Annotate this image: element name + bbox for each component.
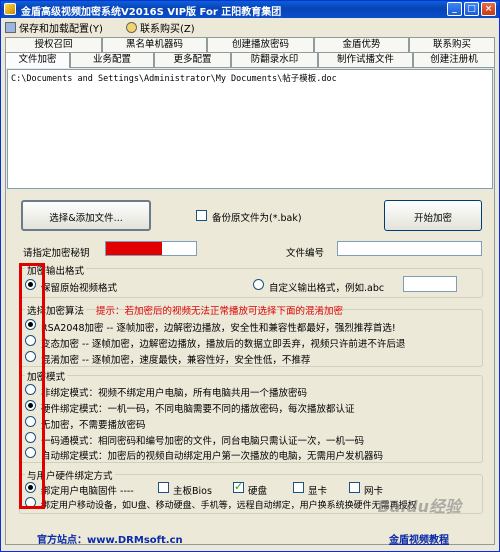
tab-anti-record-watermark[interactable]: 防翻录水印 [231,52,318,67]
maximize-button[interactable]: □ [464,2,479,16]
tab-business-config[interactable]: 业务配置 [70,52,154,67]
menu-bar: 保存和加载配置(Y) 联系购买(Z) [1,18,499,36]
gpu-checkbox[interactable] [293,482,304,493]
mode-none-label: 无加密，不需要播放密码 [41,420,146,431]
file-list[interactable]: C:\Documents and Settings\Administrator\… [7,69,493,189]
key-label: 请指定加密秘钥 [23,248,90,259]
backup-label: 备份原文件为(*.bak) [212,213,302,224]
bios-checkbox[interactable] [158,482,169,493]
tab-make-trial[interactable]: 制作试播文件 [318,52,413,67]
tab-blacklist[interactable]: 黑名单机器码 [102,37,207,52]
disk-icon [5,21,16,33]
key-input[interactable] [105,241,197,256]
menu-label: 联系购买(Z) [140,23,195,35]
tab-create-keygen[interactable]: 创建注册机 [413,52,495,67]
file-id-label: 文件编号 [286,248,325,259]
title-bar: 金盾高级视频加密系统V2016S VIP版 For 正阳教育集团 _ □ × [1,1,499,18]
official-site-link[interactable]: 官方站点：www.DRMsoft.cn [37,531,183,546]
menu-label: 保存和加载配置(Y) [19,23,103,35]
mode-auto-label: 自动绑定模式：加密后的视频自动绑定用户第一次播放的电脑，无需用户发机器码 [41,451,384,462]
window-title: 金盾高级视频加密系统V2016S VIP版 For 正阳教育集团 [21,7,282,18]
menu-save-load-config[interactable]: 保存和加载配置(Y) [5,20,103,35]
algorithm-hint: 提示：若加密后的视频无法正常播放可选择下面的混淆加密 [96,306,344,317]
tab-advantages[interactable]: 金盾优势 [314,37,409,52]
harddisk-checkbox[interactable] [233,480,244,493]
add-files-button[interactable]: 选择&添加文件... [21,200,151,231]
tab-more-config[interactable]: 更多配置 [154,52,231,67]
minimize-button[interactable]: _ [447,2,462,16]
bind-pc-label: 绑定用户电脑固件 ---- [41,486,134,497]
algo-extreme-label: 变态加密 -- 逐帧加密，边解密边播放，播放后的数据立即丢弃，视频只许前进不许后… [41,339,406,350]
add-files-label: 选择&添加文件... [49,213,123,224]
highlight-annotation [19,263,45,509]
contact-icon [126,21,137,33]
key-strength-bar [106,242,162,255]
tab-auth-recall[interactable]: 授权召回 [5,37,102,52]
algo-obfuscate-label: 混淆加密 -- 逐帧加密，速度最快，兼容性好，安全性低，不推荐 [41,355,311,366]
mode-onecode-label: 一码通模式：相同密码和编号加密的文件，同台电脑只需认证一次，一机一码 [41,436,365,447]
menu-contact-purchase[interactable]: 联系购买(Z) [126,20,195,35]
nic-checkbox[interactable] [349,482,360,493]
tab-create-play-password[interactable]: 创建播放密码 [207,37,314,52]
video-tutorial-link[interactable]: 金盾视频教程 [389,531,449,546]
custom-format-input[interactable] [403,276,457,292]
file-id-input[interactable] [337,241,482,256]
app-window: 金盾高级视频加密系统V2016S VIP版 For 正阳教育集团 _ □ × 保… [0,0,500,552]
gpu-label: 显卡 [308,486,328,497]
close-button[interactable]: × [481,2,496,16]
custom-format-radio[interactable] [253,279,264,290]
keep-original-format-label: 保留原始视频格式 [41,283,118,294]
mode-unbound-label: 非绑定模式：视频不绑定用户电脑，所有电脑共用一个播放密码 [41,388,308,399]
mode-hardware-label: 硬件绑定模式：一机一码，不同电脑需要不同的播放密码，每次播放都认证 [41,404,355,415]
start-encrypt-button[interactable]: 开始加密 [384,200,482,231]
algo-rsa-label: RSA2048加密 -- 逐帧加密，边解密边播放，安全性和兼容性都最好，强烈推荐… [41,323,396,334]
harddisk-label: 硬盘 [248,486,268,497]
custom-format-label: 自定义输出格式，例如.abc [269,283,385,294]
baidu-watermark: Baidu经验 [377,497,461,516]
shield-icon [4,3,16,15]
bind-mobile-label: 绑定用户移动设备，如U盘、移动硬盘、手机等，远程自动绑定，用户换系统换硬件无需再… [41,501,417,511]
bios-label: 主板Bios [173,486,212,497]
backup-checkbox[interactable] [196,210,207,221]
tab-file-encrypt[interactable]: 文件加密 [5,52,70,68]
start-encrypt-label: 开始加密 [413,213,452,224]
file-list-item[interactable]: C:\Documents and Settings\Administrator\… [11,72,489,84]
tab-contact[interactable]: 联系购买 [409,37,495,52]
